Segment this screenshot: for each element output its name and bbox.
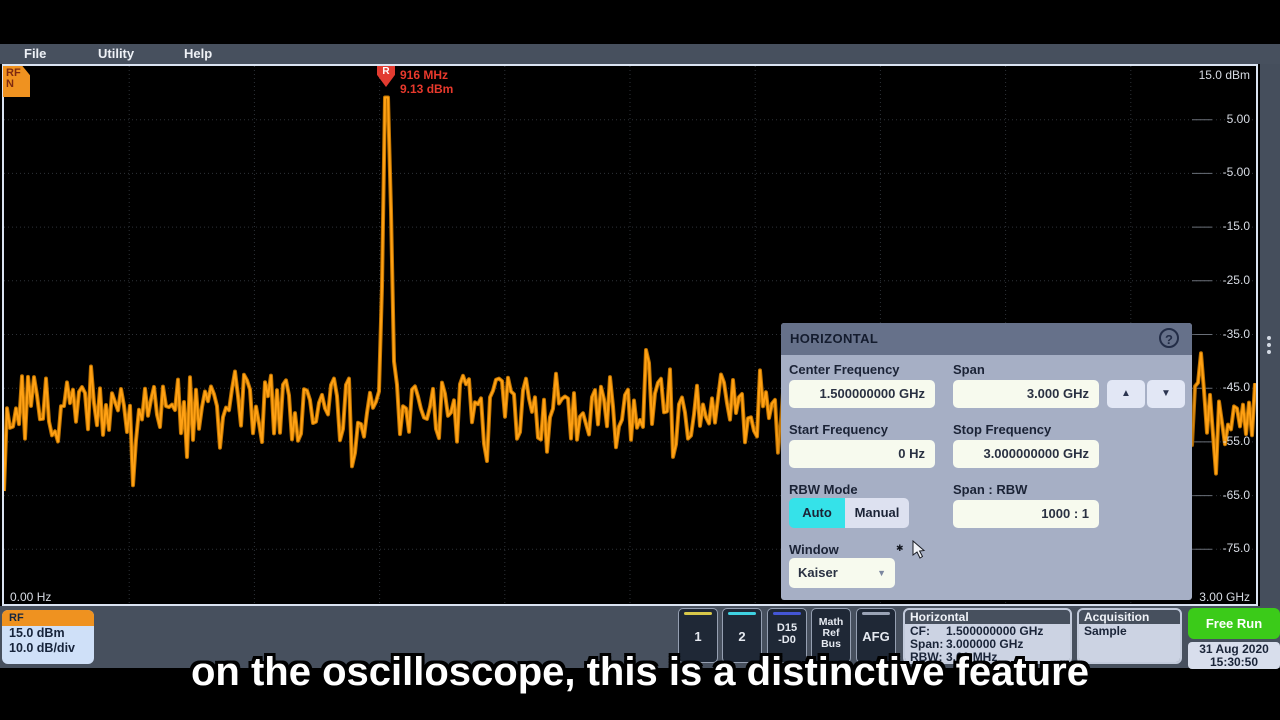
cf-value: 1.500000000 GHz: [946, 624, 1043, 638]
y-axis-label: 5.00: [1170, 112, 1250, 126]
center-frequency-label: Center Frequency: [789, 362, 900, 377]
channel-2-label: 2: [723, 629, 761, 644]
right-side-strip: [1260, 64, 1280, 606]
bus-label: Bus: [812, 639, 850, 650]
span-rbw-input[interactable]: 1000 : 1: [953, 500, 1099, 528]
center-frequency-input[interactable]: 1.500000000 GHz: [789, 380, 935, 408]
afg-label: AFG: [857, 629, 895, 644]
span-increase-button[interactable]: ▲: [1107, 380, 1145, 408]
more-options-icon[interactable]: [1267, 336, 1272, 357]
start-frequency-label: Start Frequency: [789, 422, 888, 437]
marker-frequency: 916 MHz: [400, 68, 448, 82]
rbw-manual-option[interactable]: Manual: [845, 498, 909, 528]
acquisition-title: Acquisition: [1079, 610, 1180, 624]
digital-label-2: -D0: [768, 635, 806, 647]
rbw-mode-toggle: Auto Manual: [789, 498, 909, 528]
channel-1-stripe: [684, 612, 712, 615]
y-axis-label: -15.0: [1170, 219, 1250, 233]
horizontal-status-title: Horizontal: [905, 610, 1070, 624]
menu-help[interactable]: Help: [184, 46, 212, 61]
rbw-auto-option[interactable]: Auto: [789, 498, 845, 528]
dialog-header: HORIZONTAL ?: [781, 323, 1192, 355]
free-run-button[interactable]: Free Run: [1188, 608, 1280, 639]
digital-label-1: D15: [768, 623, 806, 635]
touch-mark: ✱: [896, 543, 904, 554]
menu-bar: File Utility Help: [0, 44, 1280, 64]
rf-ref-level: 15.0 dBm: [2, 626, 94, 641]
afg-stripe: [862, 612, 890, 615]
y-axis-label: -25.0: [1170, 273, 1250, 287]
rf-badge-line2: N: [6, 79, 30, 90]
digital-stripe: [773, 612, 801, 615]
window-value: Kaiser: [798, 565, 838, 580]
stop-frequency-input[interactable]: 3.000000000 GHz: [953, 440, 1099, 468]
channel-1-label: 1: [679, 629, 717, 644]
x-axis-stop-label: 3.00 GHz: [1199, 590, 1250, 604]
y-axis-label: 15.0 dBm: [1170, 68, 1250, 82]
channel-2-stripe: [728, 612, 756, 615]
span-rbw-label: Span : RBW: [953, 482, 1027, 497]
acquisition-mode: Sample: [1084, 624, 1127, 638]
window-label: Window: [789, 542, 839, 557]
rbw-mode-label: RBW Mode: [789, 482, 858, 497]
span-value: 3.000000 GHz: [946, 637, 1023, 651]
rf-channel-badge[interactable]: RF N: [3, 66, 30, 97]
span-label: Span: [953, 362, 985, 377]
rf-badge-title: RF: [2, 610, 94, 626]
subtitle-caption: on the oscilloscope, this is a distincti…: [0, 650, 1280, 695]
chevron-down-icon: ▼: [877, 558, 886, 588]
help-icon[interactable]: ?: [1159, 328, 1179, 348]
marker-amplitude: 9.13 dBm: [400, 82, 453, 96]
window-dropdown[interactable]: Kaiser ▼: [789, 558, 895, 588]
x-axis-start-label: 0.00 Hz: [10, 590, 51, 604]
dialog-title: HORIZONTAL: [790, 331, 878, 346]
mouse-cursor-icon: [912, 540, 928, 560]
stop-frequency-label: Stop Frequency: [953, 422, 1051, 437]
horizontal-dialog: HORIZONTAL ? Center Frequency 1.50000000…: [781, 323, 1192, 600]
y-axis-label: -5.00: [1170, 165, 1250, 179]
start-frequency-input[interactable]: 0 Hz: [789, 440, 935, 468]
oscilloscope-screen: { "menu": { "items": ["File", "Utility",…: [0, 0, 1280, 720]
span-input[interactable]: 3.000 GHz: [953, 380, 1099, 408]
menu-file[interactable]: File: [24, 46, 46, 61]
menu-utility[interactable]: Utility: [98, 46, 134, 61]
span-decrease-button[interactable]: ▼: [1147, 380, 1185, 408]
